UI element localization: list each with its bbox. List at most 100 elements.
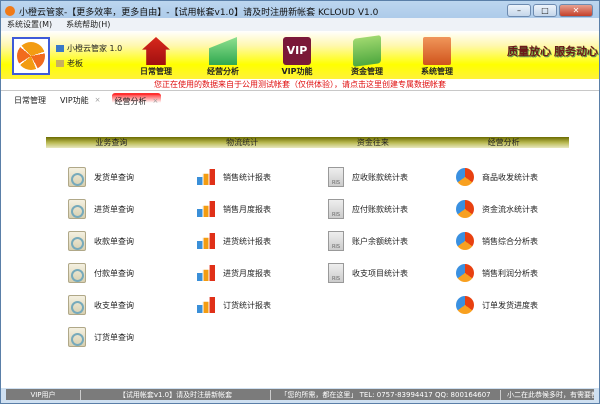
section-title: 经营分析 <box>487 138 520 147</box>
folder-gear-icon <box>423 37 451 65</box>
item-label: 进货统计报表 <box>223 236 271 246</box>
app-logo-icon <box>5 6 15 16</box>
bar-chart-icon <box>197 169 215 185</box>
column-business-query: 发货单查询 进货单查询 收款单查询 付款单查询 收支单查询 订货单查询 <box>68 161 134 353</box>
tab-vip[interactable]: VIP功能 × <box>57 94 104 107</box>
bar-chart-icon <box>197 297 215 313</box>
list-item[interactable]: 进货单查询 <box>68 193 134 225</box>
toolbar-label: 日常管理 <box>140 67 172 76</box>
computer-icon <box>56 45 64 52</box>
orange-icon <box>17 42 45 70</box>
list-item[interactable]: 销售利润分析表 <box>456 257 538 289</box>
item-label: 订货统计报表 <box>223 300 271 310</box>
column-business-analysis: 商品收发统计表 资金流水统计表 销售综合分析表 销售利润分析表 订单发货进度表 <box>456 161 538 321</box>
toolbar-label: VIP功能 <box>281 67 313 76</box>
list-item[interactable]: 进货月度报表 <box>197 257 271 289</box>
tab-label: 经营分析 <box>114 96 147 106</box>
report-icon: RIS <box>328 263 344 283</box>
pie-chart-icon <box>456 168 474 186</box>
report-icon: RIS <box>328 167 344 187</box>
bar-chart-icon <box>197 265 215 281</box>
item-label: 资金流水统计表 <box>482 204 538 214</box>
item-label: 账户余额统计表 <box>352 236 408 246</box>
window-title: 小橙云管家-【更多效率，更多自由】-【试用帐套v1.0】请及时注册新帐套 KCL… <box>19 7 379 18</box>
tab-close-icon[interactable]: × <box>153 97 159 105</box>
tab-label: 日常管理 <box>14 95 46 105</box>
item-label: 进货月度报表 <box>223 268 271 278</box>
notice-link[interactable]: 您正在使用的数据来自于公用测试帐套（仅供体验），请点击这里创建专属数据帐套 <box>1 79 599 91</box>
tab-business-analysis[interactable]: 经营分析 × <box>111 92 162 108</box>
toolbar-vip[interactable]: VIP VIP功能 <box>267 37 327 77</box>
list-item[interactable]: 资金流水统计表 <box>456 193 538 225</box>
menu-bar: 系统设置(M) 系统帮助(H) <box>1 18 599 31</box>
close-button[interactable]: ✕ <box>559 4 593 17</box>
item-label: 销售利润分析表 <box>482 268 538 278</box>
list-item[interactable]: 销售综合分析表 <box>456 225 538 257</box>
item-label: 付款单查询 <box>94 268 134 278</box>
item-label: 销售综合分析表 <box>482 236 538 246</box>
status-contact: 「您的所需，都在这里」 TEL: 0757-83994417 QQ: 80016… <box>271 389 501 400</box>
search-document-icon <box>68 295 86 315</box>
item-label: 应收账款统计表 <box>352 172 408 182</box>
vip-icon: VIP <box>283 37 311 65</box>
minimize-button[interactable]: – <box>507 4 531 17</box>
status-bar: VIP用户 【试用帐套v1.0】请及时注册新帐套 「您的所需，都在这里」 TEL… <box>6 389 594 400</box>
list-item[interactable]: 订单发货进度表 <box>456 289 538 321</box>
toolbar-fund-management[interactable]: 资金管理 <box>337 35 397 77</box>
status-user-level: VIP用户 <box>6 389 81 400</box>
item-label: 订货单查询 <box>94 332 134 342</box>
list-item[interactable]: 销售月度报表 <box>197 193 271 225</box>
toolbar-label: 系统管理 <box>421 67 453 76</box>
item-label: 发货单查询 <box>94 172 134 182</box>
item-label: 收支项目统计表 <box>352 268 408 278</box>
list-item[interactable]: 收款单查询 <box>68 225 134 257</box>
maximize-button[interactable]: □ <box>533 4 557 17</box>
list-item[interactable]: 发货单查询 <box>68 161 134 193</box>
user-card-icon <box>56 60 64 67</box>
search-document-icon <box>68 199 86 219</box>
toolbar-business-analysis[interactable]: 经营分析 <box>193 37 253 77</box>
list-item[interactable]: 付款单查询 <box>68 257 134 289</box>
tab-bar: 日常管理 VIP功能 × 经营分析 × <box>1 91 599 109</box>
item-label: 应付账款统计表 <box>352 204 408 214</box>
tab-daily-management[interactable]: 日常管理 <box>11 94 49 107</box>
toolbar-daily-management[interactable]: 日常管理 <box>126 37 186 77</box>
pie-chart-icon <box>456 264 474 282</box>
list-item[interactable]: RIS 应收账款统计表 <box>328 161 408 193</box>
column-fund-transactions: RIS 应收账款统计表 RIS 应付账款统计表 RIS 账户余额统计表 RIS 收支项目… <box>328 161 408 289</box>
home-icon <box>142 37 170 65</box>
pie-chart-icon <box>456 232 474 250</box>
list-item[interactable]: RIS 账户余额统计表 <box>328 225 408 257</box>
item-label: 商品收发统计表 <box>482 172 538 182</box>
search-document-icon <box>68 231 86 251</box>
section-title: 资金往来 <box>356 138 389 147</box>
area-chart-icon <box>209 37 237 65</box>
list-item[interactable]: 商品收发统计表 <box>456 161 538 193</box>
toolbar-label: 资金管理 <box>351 67 383 76</box>
pie-chart-icon <box>456 200 474 218</box>
tab-close-icon[interactable]: × <box>95 96 101 104</box>
app-window: 小橙云管家-【更多效率，更多自由】-【试用帐套v1.0】请及时注册新帐套 KCL… <box>0 0 600 404</box>
list-item[interactable]: 订货单查询 <box>68 321 134 353</box>
section-title: 业务查询 <box>95 138 128 147</box>
report-icon: RIS <box>328 231 344 251</box>
bar-chart-icon <box>197 201 215 217</box>
report-icon: RIS <box>328 199 344 219</box>
item-label: 订单发货进度表 <box>482 300 538 310</box>
search-document-icon <box>68 263 86 283</box>
slogan-quality: 质量放心 <box>507 45 551 58</box>
slogan-service: 服务动心 <box>554 45 598 58</box>
list-item[interactable]: RIS 收支项目统计表 <box>328 257 408 289</box>
list-item[interactable]: 销售统计报表 <box>197 161 271 193</box>
toolbar-system-management[interactable]: 系统管理 <box>407 37 467 77</box>
search-document-icon <box>68 327 86 347</box>
menu-system-settings[interactable]: 系统设置(M) <box>7 19 52 30</box>
pie-chart-icon <box>456 296 474 314</box>
menu-system-help[interactable]: 系统帮助(H) <box>66 19 110 30</box>
list-item[interactable]: 订货统计报表 <box>197 289 271 321</box>
orange-logo <box>12 37 50 75</box>
list-item[interactable]: 进货统计报表 <box>197 225 271 257</box>
item-label: 收款单查询 <box>94 236 134 246</box>
list-item[interactable]: RIS 应付账款统计表 <box>328 193 408 225</box>
list-item[interactable]: 收支单查询 <box>68 289 134 321</box>
